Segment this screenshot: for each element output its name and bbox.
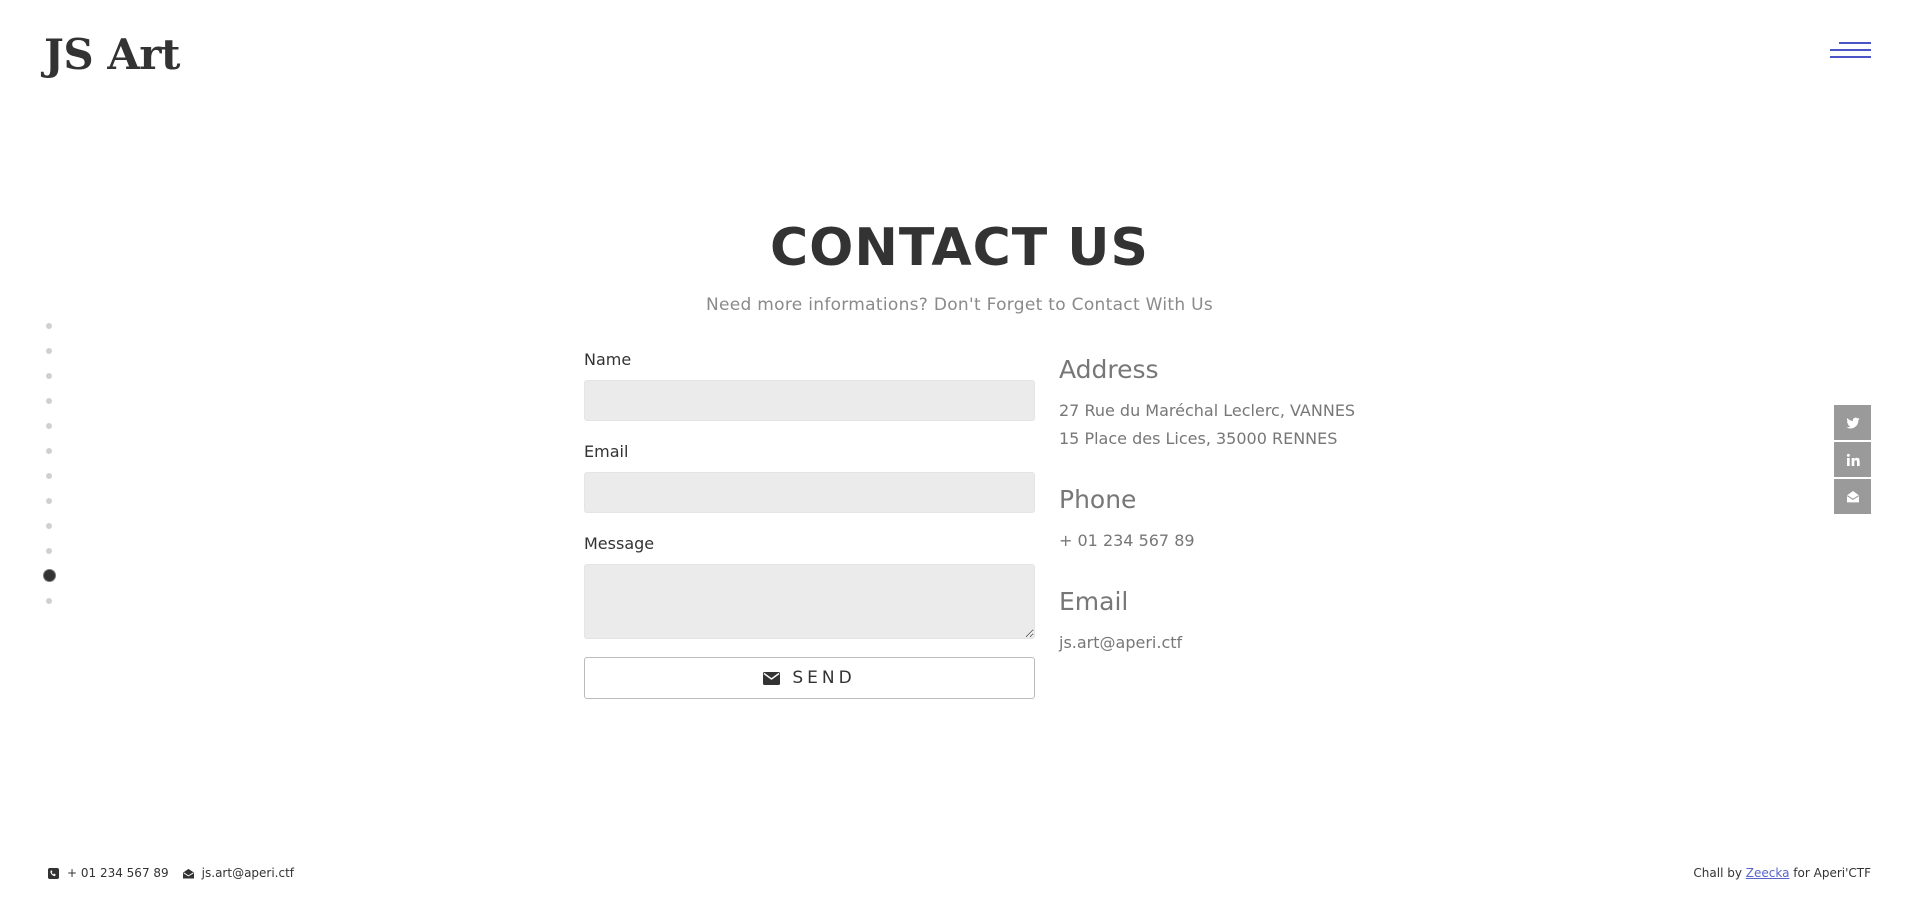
contact-form: Name Email Message SEND [584,349,1035,699]
section-dot[interactable] [43,363,55,388]
footer-credit: Chall by Zeecka for Aperi'CTF [1693,866,1871,880]
email-address: js.art@aperi.ctf [1059,633,1183,652]
address-line: 27 Rue du Maréchal Leclerc, VANNES [1059,401,1356,420]
twitter-link[interactable] [1834,405,1871,440]
page-subtitle: Need more informations? Don't Forget to … [705,295,1214,315]
hamburger-icon-line [1839,42,1871,44]
twitter-icon [1845,417,1860,428]
section-dot[interactable] [43,438,55,463]
section-dot[interactable] [43,538,55,563]
name-label: Name [584,350,632,369]
send-button-label: SEND [792,668,856,688]
section-dot[interactable] [43,338,55,363]
address-heading: Address [1059,355,1159,384]
section-dot-active[interactable] [43,563,55,588]
footer-contact: + 01 234 567 89 js.art@aperi.ctf [48,866,294,880]
footer-email: js.art@aperi.ctf [182,866,295,880]
phone-icon [48,867,59,879]
hamburger-icon-line [1830,56,1871,58]
section-dot[interactable] [43,313,55,338]
message-field[interactable] [584,564,1035,639]
address-line: 15 Place des Lices, 35000 RENNES [1059,429,1338,448]
footer-phone-text: + 01 234 567 89 [67,866,169,880]
name-field[interactable] [584,380,1035,421]
credit-author-link[interactable]: Zeecka [1746,866,1790,880]
section-dot[interactable] [43,488,55,513]
social-links [1834,405,1871,516]
phone-number: + 01 234 567 89 [1059,531,1195,550]
section-dot[interactable] [43,413,55,438]
envelope-icon [763,671,781,685]
address-block: Address 27 Rue du Maréchal Leclerc, VANN… [1059,352,1355,453]
phone-block: Phone + 01 234 567 89 [1059,482,1195,555]
credit-prefix: Chall by [1693,866,1742,880]
section-dot[interactable] [43,513,55,538]
credit-suffix: for Aperi'CTF [1793,866,1871,880]
section-dot[interactable] [43,588,55,613]
footer-phone: + 01 234 567 89 [48,866,169,880]
linkedin-link[interactable] [1834,442,1871,477]
email-link[interactable] [1834,479,1871,514]
email-block: Email js.art@aperi.ctf [1059,584,1182,657]
page-title: CONTACT US [770,218,1149,278]
envelope-open-icon [182,868,194,879]
section-dot[interactable] [43,388,55,413]
send-button[interactable]: SEND [584,657,1035,699]
message-label: Message [584,534,655,553]
section-dot[interactable] [43,463,55,488]
phone-heading: Phone [1059,485,1137,514]
footer-email-text: js.art@aperi.ctf [201,866,295,880]
site-logo[interactable]: JS Art [44,30,180,79]
hamburger-menu-button[interactable] [1830,42,1871,62]
section-dot-nav [43,313,55,613]
email-field[interactable] [584,472,1035,513]
email-heading: Email [1059,587,1129,616]
email-label: Email [584,442,629,461]
email-icon [1846,490,1859,502]
page: JS Art CONTACT US Need more informations… [0,0,1919,918]
hamburger-icon-line [1830,49,1871,51]
linkedin-icon [1846,453,1860,466]
